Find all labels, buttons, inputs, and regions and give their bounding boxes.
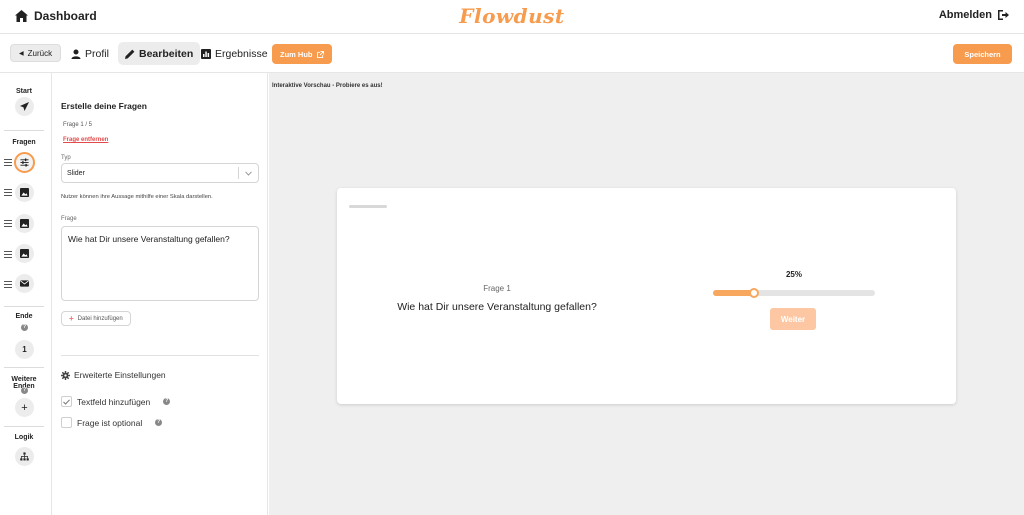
question-textarea[interactable]: Wie hat Dir unsere Veranstaltung gefalle…	[61, 226, 259, 301]
pencil-icon	[125, 49, 135, 59]
image-icon	[20, 249, 29, 258]
save-button[interactable]: Speichern	[953, 44, 1012, 64]
envelope-icon	[20, 280, 29, 287]
questions-label: Fragen	[12, 139, 36, 146]
back-button[interactable]: ◀ Zurück	[10, 44, 62, 62]
slider-track[interactable]	[713, 288, 875, 298]
help-icon[interactable]: ?	[155, 419, 163, 426]
tab-label: Bearbeiten	[139, 47, 194, 60]
preview-question-number: Frage 1	[483, 284, 511, 293]
add-end-button[interactable]: +	[15, 398, 34, 417]
image-icon	[20, 188, 29, 197]
caret-left-icon: ◀	[19, 50, 24, 57]
tab-ergebnisse[interactable]: Ergebnisse	[194, 42, 275, 65]
preview-question-text: Wie hat Dir unsere Veranstaltung gefalle…	[397, 301, 597, 313]
add-file-label: Datei hinzufügen	[77, 315, 123, 322]
plus-icon: +	[69, 314, 74, 323]
chevron-down-icon	[238, 167, 258, 179]
gear-icon	[61, 370, 70, 380]
tab-label: Profil	[85, 47, 109, 60]
optional-checkbox[interactable]	[61, 417, 72, 428]
remove-question-link[interactable]: Frage entfernen	[63, 137, 108, 143]
end-label: Ende	[15, 313, 33, 320]
type-help-text: Nutzer können ihre Aussage mithilfe eine…	[61, 194, 213, 200]
hub-button[interactable]: Zum Hub	[272, 44, 332, 64]
editor-toolbar: ◀ Zurück Profil Bearbeiten Ergebnisse Zu…	[0, 35, 1024, 73]
top-bar: Dashboard Flowdust Abmelden	[0, 0, 1024, 34]
logic-button[interactable]	[15, 447, 34, 466]
slider-percent: 25%	[785, 270, 802, 279]
question-editor-panel: Erstelle deine Fragen Frage 1 / 5 Frage …	[53, 73, 268, 515]
question-3-button[interactable]	[15, 214, 34, 233]
external-link-icon	[316, 50, 324, 58]
user-icon	[71, 49, 81, 59]
logout-label: Abmelden	[938, 9, 992, 21]
preview-title: Interaktive Vorschau - Probiere es aus!	[272, 83, 383, 89]
rail-divider	[4, 426, 44, 427]
preview-area: Interaktive Vorschau - Probiere es aus! …	[269, 73, 1024, 515]
section-divider	[61, 355, 259, 356]
sitemap-icon	[20, 452, 29, 461]
help-icon[interactable]: ?	[21, 387, 28, 394]
drag-handle[interactable]	[4, 189, 12, 196]
tab-bearbeiten[interactable]: Bearbeiten	[118, 42, 201, 65]
rail-divider	[4, 367, 44, 368]
advanced-settings-header: Erweiterte Einstellungen	[61, 370, 166, 380]
question-1-button[interactable]	[14, 152, 35, 173]
drag-handle[interactable]	[4, 220, 12, 227]
end-1-button[interactable]: 1	[15, 340, 34, 359]
paper-plane-icon	[20, 102, 29, 111]
logout-icon	[998, 10, 1009, 20]
start-button[interactable]	[15, 97, 34, 116]
slider-thumb[interactable]	[748, 288, 759, 298]
optional-label: Frage ist optional	[77, 417, 143, 428]
question-type-value: Slider	[67, 169, 85, 177]
app-logo: Flowdust	[459, 4, 565, 28]
back-label: Zurück	[27, 48, 53, 58]
hub-label: Zum Hub	[280, 49, 313, 59]
sliders-icon	[20, 158, 29, 167]
slider-fill	[713, 290, 754, 296]
question-4-button[interactable]	[15, 244, 34, 263]
tab-profil[interactable]: Profil	[64, 42, 116, 65]
option-textfield-row: Textfeld hinzufügen ?	[61, 396, 171, 407]
preview-card: Frage 1 Wie hat Dir unsere Veranstaltung…	[337, 188, 956, 404]
logout-button[interactable]: Abmelden	[939, 9, 1009, 21]
advanced-settings-label: Erweiterte Einstellungen	[74, 370, 166, 380]
type-label: Typ	[61, 155, 71, 161]
drag-handle[interactable]	[4, 281, 12, 288]
option-optional-row: Frage ist optional ?	[61, 417, 163, 428]
rail-divider	[4, 130, 44, 131]
add-file-button[interactable]: + Datei hinzufügen	[61, 311, 131, 326]
next-button[interactable]: Weiter	[770, 308, 816, 330]
logic-label: Logik	[14, 434, 34, 441]
drag-handle[interactable]	[4, 251, 12, 258]
textfield-checkbox[interactable]	[61, 396, 72, 407]
question-label: Frage	[61, 216, 77, 222]
drag-handle[interactable]	[4, 159, 12, 166]
progress-indicator	[349, 205, 387, 208]
textfield-label: Textfeld hinzufügen	[77, 396, 151, 407]
editor-title: Erstelle deine Fragen	[61, 101, 147, 111]
image-icon	[20, 219, 29, 228]
help-icon[interactable]: ?	[163, 398, 171, 405]
help-icon[interactable]: ?	[21, 324, 28, 331]
tab-label: Ergebnisse	[215, 47, 268, 60]
chart-icon	[201, 48, 211, 59]
start-label: Start	[16, 88, 32, 95]
question-5-button[interactable]	[15, 274, 34, 293]
question-2-button[interactable]	[15, 183, 34, 202]
question-counter: Frage 1 / 5	[63, 122, 93, 128]
question-navigation-rail: Start Fragen Ende ? 1 Weitere Enden ? + …	[0, 73, 52, 515]
question-type-select[interactable]: Slider	[61, 163, 259, 183]
rail-divider	[4, 306, 44, 307]
check-icon	[63, 398, 70, 405]
